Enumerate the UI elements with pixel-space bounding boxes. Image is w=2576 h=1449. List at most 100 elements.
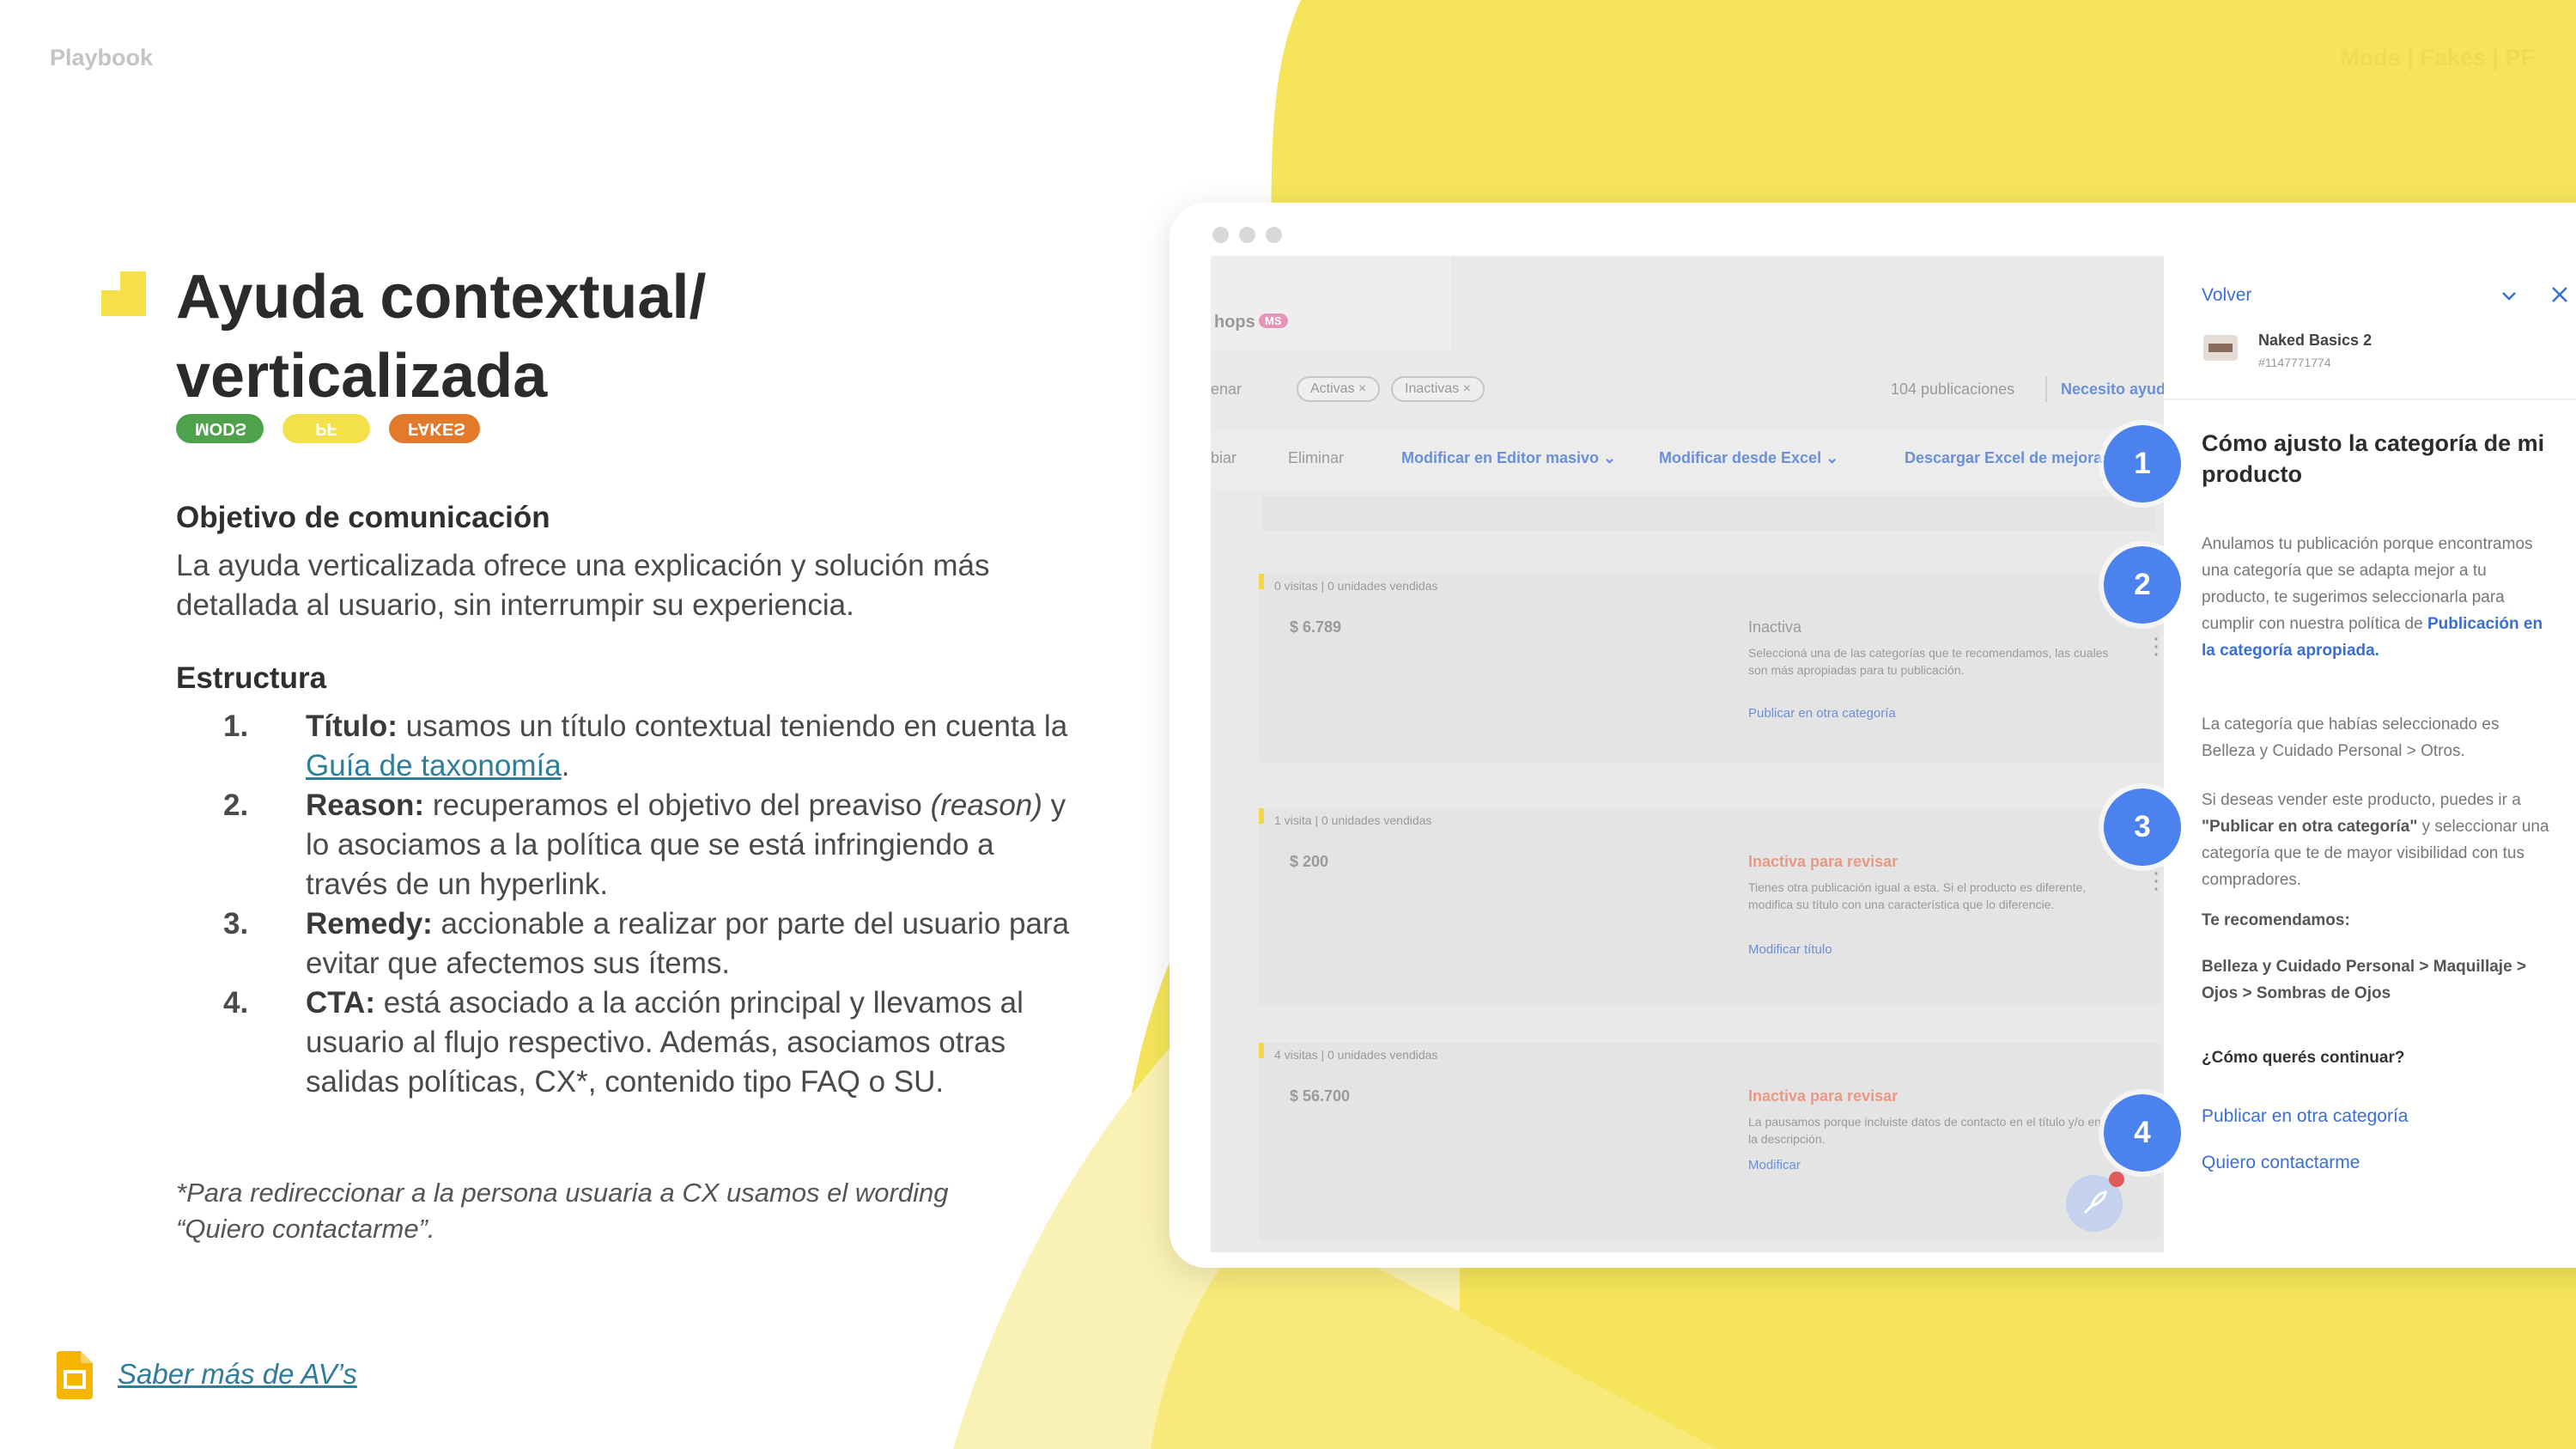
list-item: 1. Título: usamos un título contextual t… — [223, 707, 1082, 786]
tab-label[interactable]: hops — [1214, 313, 1255, 332]
listing-card: 4 visitas | 0 unidades vendidas $ 56.700… — [1259, 1043, 2160, 1240]
list-text: recuperamos el objetivo del preaviso — [424, 788, 931, 822]
window-controls — [1212, 227, 1282, 243]
title-bullet-icon — [101, 271, 146, 316]
page-title-line-2: verticalizada — [176, 342, 548, 411]
footnote-line-2: “Quiero contactarme”. — [176, 1214, 435, 1244]
card-stats: 0 visitas | 0 unidades vendidas — [1274, 579, 1438, 593]
card-status: Inactiva para revisar — [1748, 853, 1899, 870]
list-number: 2. — [223, 788, 249, 822]
list-number: 1. — [223, 709, 249, 743]
tag-mods: MODS — [176, 414, 264, 443]
card-accent — [1259, 574, 1264, 589]
card-status: Inactiva para revisar — [1748, 1087, 1899, 1105]
card-link[interactable]: Modificar — [1748, 1158, 1801, 1172]
footnote: *Para redireccionar a la persona usuaria… — [176, 1175, 1069, 1247]
page-title: Ayuda contextual/ verticalizada — [176, 258, 949, 416]
recommend-value: Belleza y Cuidado Personal > Maquillaje … — [2202, 958, 2527, 1002]
rocket-button[interactable] — [2066, 1172, 2124, 1232]
listing-screen: hops MS enar Activas × Inactivas × 104 p… — [1211, 256, 2576, 1252]
card-accent — [1259, 1043, 1264, 1058]
list-text: usamos un título contextual teniendo en … — [397, 709, 1068, 743]
reason-text: Anulamos tu publicación porque encontram… — [2202, 531, 2545, 664]
card-price: $ 6.789 — [1290, 618, 1342, 636]
help-title: Cómo ajusto la categoría de mi producto — [2202, 430, 2545, 487]
card-link[interactable]: Modificar título — [1748, 942, 1832, 957]
card-accent — [1259, 808, 1264, 824]
cta-secondary-link[interactable]: Quiero contactarme — [2202, 1153, 2360, 1173]
card-price: $ 56.700 — [1290, 1087, 1351, 1105]
taxonomy-guide-link[interactable]: Guía de taxonomía — [306, 749, 562, 782]
list-italic: (reason) — [930, 788, 1042, 822]
contextual-help-panel: Volver Naked Basics 2 #1147771774 Cómo a… — [2164, 256, 2576, 1252]
card-stats: 1 visita | 0 unidades vendidas — [1274, 813, 1432, 827]
step-badge-1: 1 — [2104, 425, 2181, 502]
cta-primary-link[interactable]: Publicar en otra categoría — [2202, 1106, 2408, 1127]
question-label: ¿Cómo querés continuar? — [2202, 1049, 2405, 1067]
product-thumbnail — [2203, 335, 2238, 361]
tab-area — [1211, 256, 1451, 350]
filter-chip-inactive[interactable]: Inactivas × — [1391, 376, 1485, 402]
list-label: Remedy: — [306, 907, 433, 941]
section-breadcrumb: Mods | Fakes | PF — [2340, 45, 2535, 70]
close-icon[interactable] — [2549, 283, 2571, 306]
help-link[interactable]: Necesito ayuda — [2061, 381, 2174, 399]
listing-card: 1 visita | 0 unidades vendidas $ 200 Ina… — [1259, 808, 2167, 1006]
chevron-down-icon[interactable] — [2499, 285, 2519, 306]
list-label: CTA: — [306, 986, 375, 1020]
card-status: Inactiva — [1748, 618, 1802, 636]
list-item: 4. CTA: está asociado a la acción princi… — [223, 983, 1082, 1102]
action-delete[interactable]: Eliminar — [1288, 449, 1344, 467]
publication-count: 104 publicaciones — [1891, 381, 2015, 398]
listing-card: 0 visitas | 0 unidades vendidas $ 6.789 … — [1259, 574, 2167, 763]
product-id: #1147771774 — [2258, 356, 2331, 369]
card-description: Tienes otra publicación igual a esta. Si… — [1748, 880, 2087, 911]
card-link[interactable]: Publicar en otra categoría — [1748, 706, 1896, 721]
list-item: 3. Remedy: accionable a realizar por par… — [223, 904, 1082, 983]
action-change[interactable]: biar — [1211, 449, 1236, 467]
browser-mockup: hops MS enar Activas × Inactivas × 104 p… — [1170, 203, 2576, 1268]
card-description: La pausamos porque incluiste datos de co… — [1748, 1115, 2101, 1146]
structure-list: 1. Título: usamos un título contextual t… — [223, 707, 1082, 1102]
order-label: enar — [1211, 381, 1242, 398]
filter-chip-active[interactable]: Activas × — [1297, 376, 1381, 402]
action-excel-download[interactable]: Descargar Excel de mejoras — [1905, 449, 2111, 467]
list-label: Reason: — [306, 788, 425, 822]
card-stats: 4 visitas | 0 unidades vendidas — [1274, 1048, 1438, 1062]
playbook-label: Playbook — [50, 45, 154, 70]
table-header-strip — [1262, 496, 2155, 531]
back-link[interactable]: Volver — [2202, 285, 2251, 306]
step-badge-3: 3 — [2104, 788, 2181, 866]
tag-group: MODS PF FAKES — [176, 414, 480, 443]
list-text: . — [561, 749, 570, 782]
slides-icon — [57, 1351, 93, 1399]
action-bulk-edit[interactable]: Modificar en Editor masivo ⌄ — [1401, 449, 1616, 467]
tag-fakes: FAKES — [389, 414, 480, 443]
card-description: Seleccioná una de las categorías que te … — [1748, 646, 2109, 677]
objective-text: La ayuda verticalizada ofrece una explic… — [176, 549, 990, 622]
list-text: está asociado a la acción principal y ll… — [306, 986, 1024, 1099]
window-dot-icon — [1266, 227, 1282, 243]
divider — [2164, 399, 2576, 400]
remedy-text: Si deseas vender este producto, puedes i… — [2202, 787, 2554, 893]
notification-dot — [2109, 1172, 2124, 1187]
window-dot-icon — [1239, 227, 1255, 243]
tag-pf: PF — [283, 414, 370, 443]
card-price: $ 200 — [1290, 853, 1329, 870]
step-badge-4: 4 — [2104, 1094, 2181, 1172]
step-badge-2: 2 — [2104, 546, 2181, 624]
remedy-bold: "Publicar en otra categoría" — [2202, 818, 2418, 836]
product-name: Naked Basics 2 — [2258, 332, 2372, 349]
footnote-line-1: *Para redireccionar a la persona usuaria… — [176, 1178, 949, 1208]
remedy-part: Si deseas vender este producto, puedes i… — [2202, 791, 2521, 809]
structure-heading: Estructura — [176, 661, 327, 695]
list-item: 2. Reason: recuperamos el objetivo del p… — [223, 786, 1082, 904]
list-number: 3. — [223, 907, 249, 941]
action-excel-edit[interactable]: Modificar desde Excel ⌄ — [1659, 449, 1838, 467]
tab-badge: MS — [1259, 314, 1288, 328]
list-label: Título: — [306, 709, 398, 743]
recommend-label: Te recomendamos: — [2202, 911, 2350, 929]
learn-more-link[interactable]: Saber más de AV’s — [118, 1358, 357, 1391]
page-title-line-1: Ayuda contextual/ — [176, 263, 707, 332]
window-dot-icon — [1212, 227, 1229, 243]
